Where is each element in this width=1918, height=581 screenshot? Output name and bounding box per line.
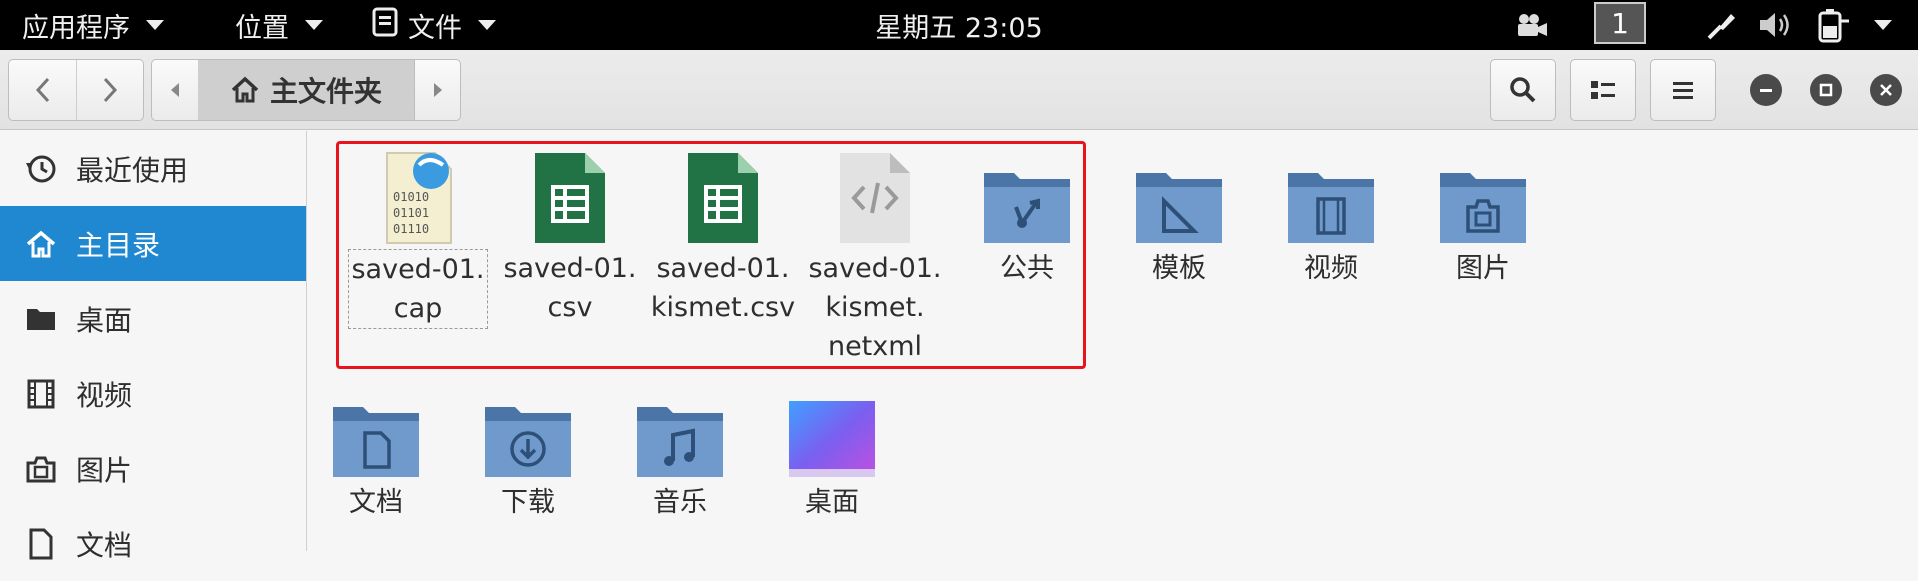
sidebar-item-recent[interactable]: 最近使用 bbox=[0, 131, 306, 206]
folder-icon bbox=[24, 302, 58, 336]
folder-item-pictures[interactable]: 图片 bbox=[1398, 145, 1568, 288]
folder-documents-icon bbox=[291, 379, 461, 479]
folder-templates-icon bbox=[1094, 145, 1264, 245]
menu-button[interactable] bbox=[1650, 59, 1716, 121]
clock-text: 星期五 23:05 bbox=[875, 12, 1043, 44]
view-toggle-button[interactable] bbox=[1570, 59, 1636, 121]
sidebar-item-videos[interactable]: 视频 bbox=[0, 356, 306, 431]
system-menu-chevron-icon[interactable] bbox=[1868, 8, 1892, 42]
svg-text:01110: 01110 bbox=[393, 222, 429, 236]
folder-pictures-icon bbox=[1398, 145, 1568, 245]
file-name-label: 桌面 bbox=[805, 487, 859, 518]
file-name-label: 下载 bbox=[501, 487, 555, 518]
path-scroll-right-button[interactable] bbox=[414, 60, 460, 120]
back-button[interactable] bbox=[9, 60, 76, 120]
xml-file-icon bbox=[790, 145, 960, 245]
search-button[interactable] bbox=[1490, 59, 1556, 121]
film-icon bbox=[24, 377, 58, 411]
top-panel: 应用程序 位置 文件 星期五 23:05 1 bbox=[0, 0, 1918, 50]
folder-item-music[interactable]: 音乐 bbox=[595, 379, 765, 522]
battery-icon[interactable] bbox=[1815, 8, 1851, 43]
workspace-indicator[interactable]: 1 bbox=[1594, 2, 1646, 44]
file-item-saved-01-kismet-csv[interactable]: saved-01. kismet.csv bbox=[638, 145, 808, 327]
chevron-right-icon bbox=[103, 77, 118, 103]
chevron-left-icon bbox=[35, 77, 49, 103]
folder-desktop-icon bbox=[747, 379, 917, 479]
file-view: 01010 01101 01110 saved-01. cap saved-01. cs… bbox=[308, 131, 1918, 551]
path-bar: 主文件夹 bbox=[151, 59, 461, 121]
breadcrumb-label: 主文件夹 bbox=[269, 75, 382, 108]
folder-item-documents[interactable]: 文档 bbox=[291, 379, 461, 522]
hamburger-menu-icon bbox=[1673, 82, 1693, 99]
workspace-number: 1 bbox=[1611, 6, 1629, 40]
folder-item-desktop[interactable]: 桌面 bbox=[747, 379, 917, 522]
video-camera-icon[interactable] bbox=[1515, 8, 1549, 42]
breadcrumb-home[interactable]: 主文件夹 bbox=[198, 60, 414, 120]
triangle-left-icon bbox=[171, 83, 179, 97]
camera-icon bbox=[24, 452, 58, 486]
file-name-label: 公共 bbox=[1000, 253, 1054, 284]
folder-music-icon bbox=[595, 379, 765, 479]
header-bar: 主文件夹 bbox=[0, 50, 1918, 130]
file-name-label: 视频 bbox=[1304, 253, 1358, 284]
file-name-label: saved-01. cap bbox=[348, 249, 488, 329]
minimize-button[interactable] bbox=[1750, 74, 1782, 106]
document-icon bbox=[24, 527, 58, 561]
sidebar-item-label: 桌面 bbox=[76, 303, 133, 337]
file-item-saved-01-csv[interactable]: saved-01. csv bbox=[485, 145, 655, 327]
folder-share-icon bbox=[942, 145, 1112, 245]
spreadsheet-icon bbox=[638, 145, 808, 245]
file-name-label: 音乐 bbox=[653, 487, 707, 518]
file-name-label: 图片 bbox=[1456, 253, 1510, 284]
svg-text:01101: 01101 bbox=[393, 206, 429, 220]
home-icon bbox=[24, 227, 58, 261]
close-button[interactable] bbox=[1870, 74, 1902, 106]
maximize-button[interactable] bbox=[1810, 74, 1842, 106]
sidebar-item-documents[interactable]: 文档 bbox=[0, 506, 306, 581]
navigation-buttons bbox=[8, 59, 144, 121]
sidebar-item-label: 图片 bbox=[76, 453, 133, 487]
forward-button[interactable] bbox=[76, 60, 143, 120]
triangle-right-icon bbox=[433, 83, 442, 97]
sidebar-item-home[interactable]: 主目录 bbox=[0, 206, 306, 281]
volume-icon[interactable] bbox=[1758, 8, 1794, 42]
file-name-label: saved-01. csv bbox=[503, 253, 637, 323]
folder-download-icon bbox=[443, 379, 613, 479]
home-icon bbox=[231, 76, 259, 103]
clock-icon bbox=[24, 152, 58, 186]
maximize-icon bbox=[1819, 83, 1833, 97]
sidebar-item-desktop[interactable]: 桌面 bbox=[0, 281, 306, 356]
list-view-icon bbox=[1591, 81, 1615, 99]
sidebar: 最近使用 主目录 桌面 视频 图片 文档 bbox=[0, 131, 307, 562]
network-icon[interactable] bbox=[1705, 8, 1739, 42]
path-scroll-left-button[interactable] bbox=[152, 60, 198, 120]
spreadsheet-icon bbox=[485, 145, 655, 245]
folder-item-public[interactable]: 公共 bbox=[942, 145, 1112, 288]
file-item-saved-01-kismet-netxml[interactable]: saved-01. kismet. netxml bbox=[790, 145, 960, 366]
sidebar-item-pictures[interactable]: 图片 bbox=[0, 431, 306, 506]
folder-item-videos[interactable]: 视频 bbox=[1246, 145, 1416, 288]
svg-text:01010: 01010 bbox=[393, 190, 429, 204]
folder-item-templates[interactable]: 模板 bbox=[1094, 145, 1264, 288]
sidebar-item-label: 文档 bbox=[76, 528, 133, 562]
file-name-label: 文档 bbox=[349, 487, 403, 518]
binary-file-icon: 01010 01101 01110 bbox=[333, 145, 503, 245]
folder-item-downloads[interactable]: 下载 bbox=[443, 379, 613, 522]
sidebar-item-label: 视频 bbox=[76, 378, 133, 412]
close-icon bbox=[1880, 84, 1892, 96]
file-item-saved-01-cap[interactable]: 01010 01101 01110 saved-01. cap bbox=[333, 145, 503, 329]
file-name-label: saved-01. kismet. netxml bbox=[808, 253, 942, 362]
sidebar-item-label: 主目录 bbox=[76, 228, 161, 262]
file-name-label: 模板 bbox=[1152, 253, 1206, 284]
minimize-icon bbox=[1760, 89, 1772, 92]
sidebar-item-label: 最近使用 bbox=[76, 153, 189, 187]
search-icon bbox=[1510, 77, 1536, 103]
file-name-label: saved-01. kismet.csv bbox=[650, 253, 796, 323]
folder-video-icon bbox=[1246, 145, 1416, 245]
